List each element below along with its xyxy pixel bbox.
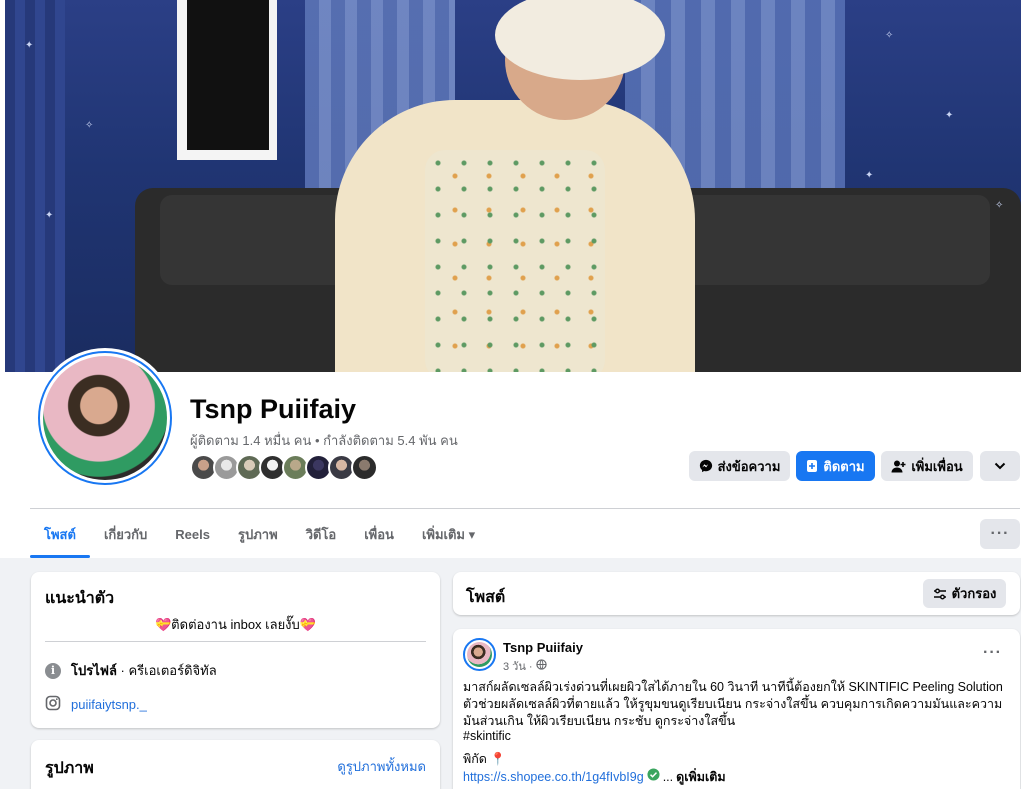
- post-pin-label: พิกัด 📍: [463, 752, 506, 766]
- tab-photos[interactable]: รูปภาพ: [224, 510, 292, 558]
- photos-card: รูปภาพ ดูรูปภาพทั้งหมด: [31, 740, 440, 789]
- messenger-icon: [699, 459, 713, 473]
- instagram-icon: [45, 695, 61, 714]
- post-card: Tsnp Puiifaiy 3 วัน · ··· มาสก์ผลัดเซลล์…: [453, 629, 1020, 789]
- posts-header-card: โพสต์ ตัวกรอง: [453, 572, 1020, 615]
- filter-label: ตัวกรอง: [951, 586, 997, 601]
- profile-avatar[interactable]: [35, 348, 175, 488]
- tab-about[interactable]: เกี่ยวกับ: [90, 510, 161, 558]
- follow-button-label: ติดตาม: [823, 458, 865, 474]
- wallpaper-pattern-icon: ✦: [865, 170, 874, 181]
- post-time[interactable]: 3 วัน ·: [503, 657, 533, 675]
- wallpaper-pattern-icon: ✧: [85, 120, 94, 131]
- tabs-overflow-button[interactable]: ···: [980, 519, 1020, 549]
- tab-friends[interactable]: เพื่อน: [350, 510, 408, 558]
- wallpaper-pattern-icon: ✧: [995, 200, 1004, 211]
- tab-reels[interactable]: Reels: [161, 510, 224, 558]
- more-actions-button[interactable]: [980, 451, 1020, 481]
- profile-page: ✦ ✧ ✦ ✧ ✦ ✦ ✧ Tsnp Puiifaiy ผู้ติดตาม 1.…: [0, 0, 1021, 789]
- message-button[interactable]: ส่งข้อความ: [689, 451, 790, 481]
- person-dress: [425, 150, 605, 372]
- header-divider: [30, 508, 1020, 509]
- profile-tabs: โพสต์ เกี่ยวกับ Reels รูปภาพ วิดีโอ เพื่…: [30, 510, 489, 558]
- wall-frame-inner: [187, 0, 269, 150]
- tab-posts[interactable]: โพสต์: [30, 510, 90, 558]
- filter-button[interactable]: ตัวกรอง: [923, 579, 1006, 608]
- post-link-row: https://s.shopee.co.th/1g4fIvbI9g ... ดู…: [463, 768, 1003, 786]
- tab-videos[interactable]: วิดีโอ: [292, 510, 351, 558]
- follow-button[interactable]: ติดตาม: [796, 451, 875, 481]
- profile-name: Tsnp Puiifaiy: [190, 394, 357, 424]
- check-icon: [647, 768, 660, 786]
- wallpaper-pattern-icon: ✦: [45, 210, 54, 221]
- post-ellipsis: ...: [662, 769, 674, 784]
- intro-card: แนะนำตัว 💝ติดต่องาน inbox เลยงั๊บ💝 i โปร…: [31, 572, 440, 728]
- intro-profile-category: · ครีเอเตอร์ดิจิทัล: [116, 663, 217, 678]
- instagram-link[interactable]: puiifaiytsnp._: [71, 697, 147, 712]
- wallpaper-pattern-icon: ✦: [25, 40, 34, 51]
- post-shop-link[interactable]: https://s.shopee.co.th/1g4fIvbI9g: [463, 769, 644, 786]
- friend-avatar[interactable]: [351, 454, 378, 481]
- more-dots-icon: ···: [990, 525, 1010, 542]
- add-friend-icon: [891, 460, 906, 473]
- intro-divider: [45, 641, 426, 642]
- post-author-name[interactable]: Tsnp Puiifaiy: [503, 640, 583, 655]
- intro-title: แนะนำตัว: [45, 590, 115, 607]
- post-hashtag[interactable]: #skintific: [463, 728, 1003, 745]
- tab-more[interactable]: เพิ่มเติม ▾: [408, 510, 489, 558]
- post-meta: 3 วัน ·: [503, 657, 547, 675]
- follow-icon: [806, 459, 818, 473]
- info-icon: i: [45, 662, 61, 679]
- wallpaper-pattern-icon: ✧: [885, 30, 894, 41]
- post-author-avatar[interactable]: [463, 638, 496, 671]
- friend-avatars[interactable]: [190, 454, 378, 481]
- globe-icon: [535, 659, 547, 673]
- add-friend-button[interactable]: เพิ่มเพื่อน: [881, 451, 973, 481]
- see-more-link[interactable]: ดูเพิ่มเติม: [676, 769, 726, 786]
- intro-profile-row: i โปรไฟล์ · ครีเอเตอร์ดิจิทัล: [45, 660, 217, 681]
- intro-bio: 💝ติดต่องาน inbox เลยงั๊บ💝: [155, 617, 316, 632]
- chevron-down-icon: [994, 462, 1006, 470]
- photos-title: รูปภาพ: [45, 760, 94, 777]
- message-button-label: ส่งข้อความ: [717, 458, 781, 474]
- add-friend-button-label: เพิ่มเพื่อน: [911, 458, 963, 474]
- see-all-photos-link[interactable]: ดูรูปภาพทั้งหมด: [337, 756, 426, 777]
- posts-title: โพสต์: [466, 589, 506, 606]
- post-body-text: มาสก์ผลัดเซลล์ผิวเร่งด่วนที่เผยผิวใสได้ภ…: [463, 680, 1003, 728]
- avatar-image: [43, 356, 167, 480]
- post-options-button[interactable]: ···: [983, 644, 1002, 662]
- intro-profile-label: โปรไฟล์: [71, 663, 117, 678]
- cover-photo[interactable]: ✦ ✧ ✦ ✧ ✦ ✦ ✧: [5, 0, 1021, 372]
- filter-icon: [933, 588, 947, 600]
- follow-stats[interactable]: ผู้ติดตาม 1.4 หมื่น คน • กำลังติดตาม 5.4…: [190, 430, 458, 451]
- wallpaper-pattern-icon: ✦: [945, 110, 954, 121]
- intro-instagram-row: puiifaiytsnp._: [45, 695, 147, 714]
